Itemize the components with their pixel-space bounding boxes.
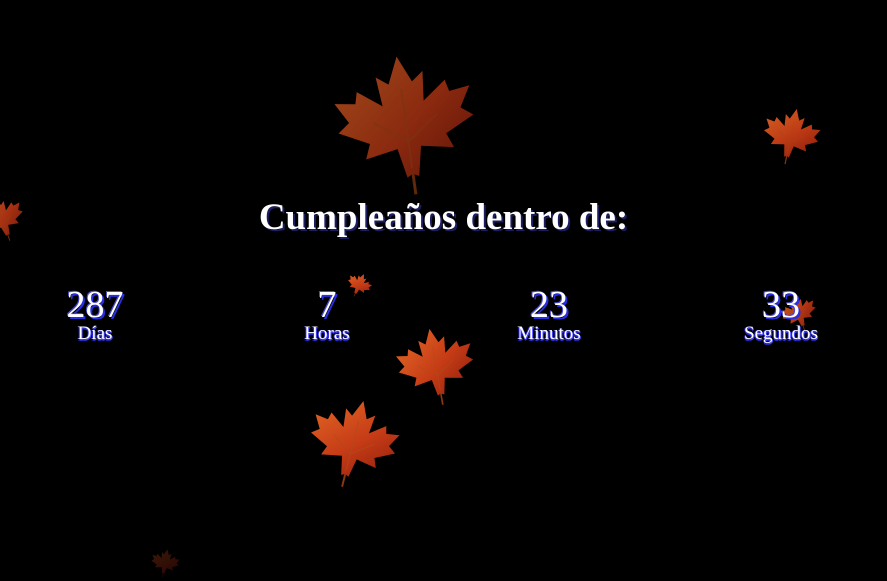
countdown-days-value: 287 [66,284,124,326]
countdown-seconds-label: Segundos [744,323,818,344]
maple-leaf-icon [754,100,827,172]
countdown-hours-value: 7 [317,284,337,326]
countdown-days-label: Días [77,323,113,344]
maple-leaf-icon [388,316,484,417]
countdown-hours-label: Horas [304,323,350,344]
countdown-hours: 7 Horas [267,284,387,344]
page-title: Cumpleaños dentro de: [258,197,629,238]
countdown-seconds: 33 Segundos [721,284,841,344]
countdown-days: 287 Días [35,284,155,344]
countdown-minutes-label: Minutos [517,323,581,344]
countdown-seconds-value: 33 [762,284,800,326]
maple-leaf-icon [313,39,500,209]
maple-leaf-icon [146,545,185,580]
maple-leaf-icon [296,384,411,502]
countdown-minutes-value: 23 [530,284,568,326]
countdown-minutes: 23 Minutos [489,284,609,344]
